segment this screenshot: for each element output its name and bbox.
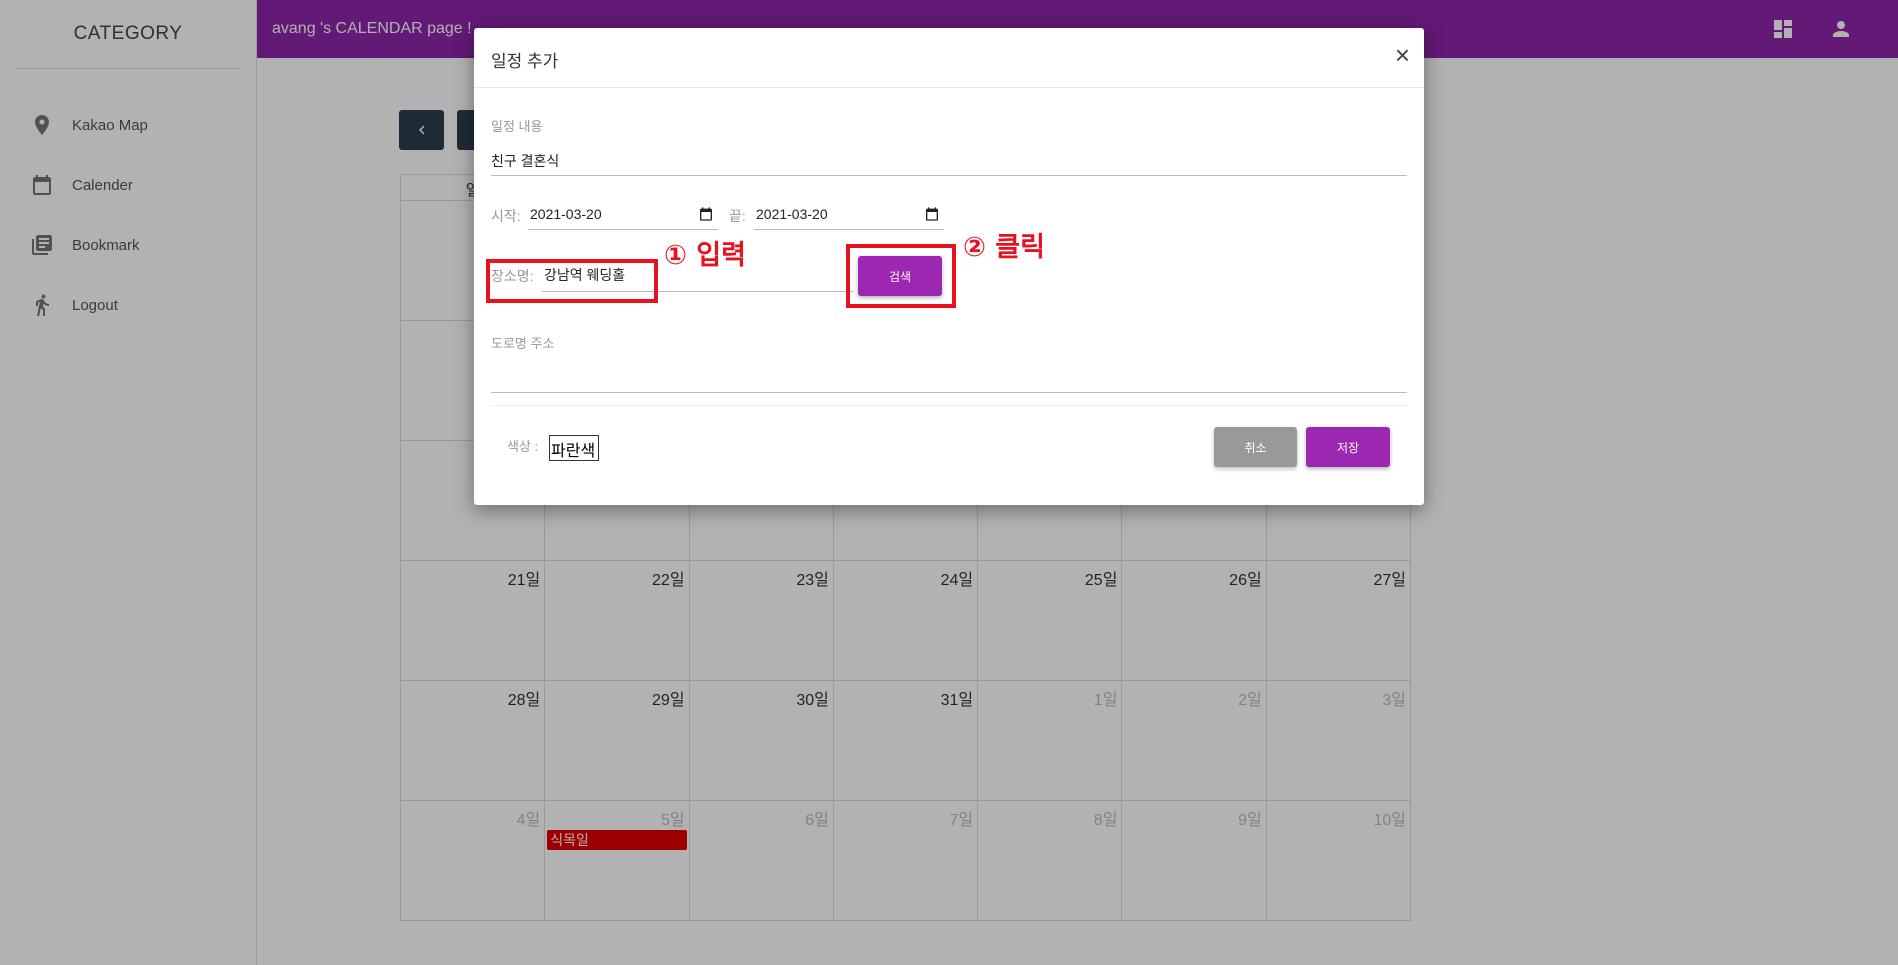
end-date-underline <box>754 229 944 230</box>
end-date-label: 끝: <box>729 208 746 224</box>
dialog-header: 일정 추가 × <box>474 28 1424 88</box>
annotation-step2-label: ② 클릭 <box>963 232 1045 263</box>
calendar-picker-icon[interactable] <box>698 206 714 222</box>
annotation-step1-label: ① 입력 <box>664 240 746 271</box>
address-label: 도로명 주소 <box>491 336 555 351</box>
color-label: 색상 : <box>507 439 539 454</box>
content-input[interactable]: 친구 결혼식 <box>491 151 559 171</box>
calendar-picker-icon[interactable] <box>924 206 940 222</box>
annotation-highlight-search-button <box>846 244 956 308</box>
start-date-label: 시작: <box>491 208 521 224</box>
color-select[interactable]: 파란색 <box>549 435 599 461</box>
address-underline <box>491 392 1407 393</box>
content-label: 일정 내용 <box>491 119 543 134</box>
annotation-highlight-place-input <box>486 259 658 303</box>
content-underline <box>491 175 1407 176</box>
dialog-divider <box>491 405 1407 406</box>
dialog-title: 일정 추가 <box>491 52 559 71</box>
end-date-input[interactable]: 2021-03-20 <box>756 206 828 222</box>
start-date-underline <box>528 229 718 230</box>
cancel-button[interactable]: 취소 <box>1214 427 1297 467</box>
start-date-input[interactable]: 2021-03-20 <box>530 206 602 222</box>
save-button[interactable]: 저장 <box>1306 427 1390 467</box>
close-icon[interactable]: × <box>1395 41 1410 69</box>
